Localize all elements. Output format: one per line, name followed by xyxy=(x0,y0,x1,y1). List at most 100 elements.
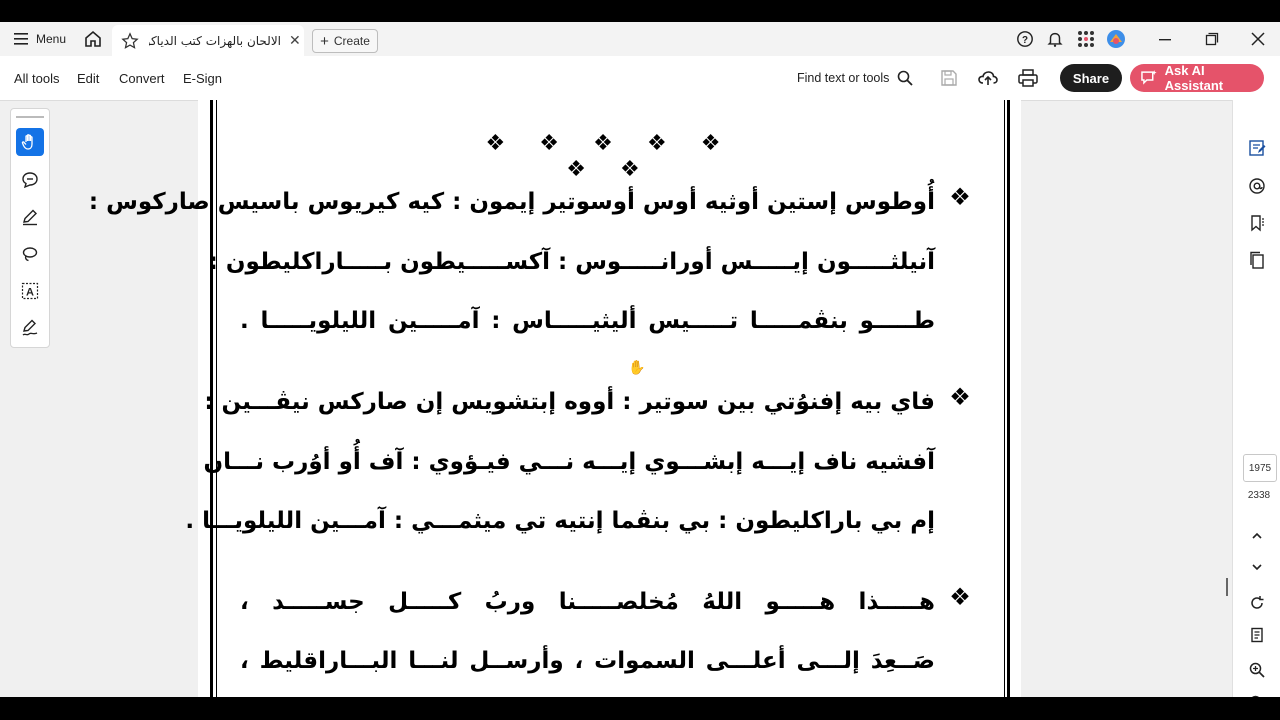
star-icon[interactable] xyxy=(121,31,139,50)
print-button[interactable] xyxy=(1018,56,1038,100)
bookmarks-panel-button[interactable] xyxy=(1245,211,1269,235)
page-scroll-icon xyxy=(1251,627,1263,643)
edit-pdf-panel-button[interactable] xyxy=(1245,136,1269,160)
chevron-down-icon xyxy=(1252,564,1262,571)
at-comment-icon xyxy=(1249,178,1265,194)
upload-cloud-button[interactable] xyxy=(978,56,998,100)
highlight-tool-button[interactable] xyxy=(16,203,44,231)
svg-text:?: ? xyxy=(1022,35,1028,46)
text-line: أُوطوس إستين أوثيه أوس أوسوتير إيمون : ك… xyxy=(88,189,935,215)
hand-icon xyxy=(21,134,33,150)
minimize-icon xyxy=(1159,39,1171,41)
right-side-panel: 1975 2338 xyxy=(1232,100,1280,697)
save-button[interactable] xyxy=(940,56,958,100)
create-label: Create xyxy=(333,34,370,48)
ai-assistant-label: Ask AI Assistant xyxy=(1164,63,1224,93)
save-icon xyxy=(941,70,957,86)
zoom-in-button[interactable] xyxy=(1245,658,1269,682)
text-line: إم بي باراكليطون : بي بنڤما إنتيه تي ميث… xyxy=(185,508,935,534)
close-icon xyxy=(1251,32,1265,46)
close-window-button[interactable] xyxy=(1251,22,1265,56)
comment-tool-button[interactable] xyxy=(16,166,44,194)
menu-button[interactable]: Menu xyxy=(14,22,66,56)
find-tools-button[interactable]: Find text or tools xyxy=(797,56,914,100)
ai-assistant-icon xyxy=(1141,70,1157,85)
text-line: هـــــذا هـــــو اللهُ مُخلصـــــنا وربُ… xyxy=(240,589,935,615)
text-line: آفشيه ناف إيـــه إبشـــوي إيـــه نـــي ف… xyxy=(203,449,935,475)
plus-icon: + xyxy=(320,32,329,50)
menu-all-tools[interactable]: All tools xyxy=(14,56,60,100)
hand-cursor-icon: ✋ xyxy=(628,359,646,375)
bookmark-icon xyxy=(1251,215,1264,232)
draw-tool-button[interactable] xyxy=(16,240,44,268)
chevron-up-icon xyxy=(1252,532,1262,539)
paragraph-bullet: ❖ xyxy=(949,584,971,611)
home-icon xyxy=(85,30,101,47)
menu-edit[interactable]: Edit xyxy=(77,56,99,100)
apps-button[interactable] xyxy=(1077,22,1095,56)
text-tool-button[interactable]: A xyxy=(16,277,44,305)
rotate-button[interactable] xyxy=(1245,591,1269,615)
help-button[interactable]: ? xyxy=(1016,22,1034,56)
bell-icon xyxy=(1047,32,1063,47)
printer-icon xyxy=(1018,69,1038,87)
text-line: آنيلثـــــون إيـــــس أورانـــــوس : آكس… xyxy=(208,249,935,275)
pen-icon xyxy=(23,209,37,226)
ai-assistant-button[interactable]: Ask AI Assistant xyxy=(1130,63,1264,93)
create-button[interactable]: + Create xyxy=(312,29,378,53)
restore-button[interactable] xyxy=(1205,22,1219,56)
avatar-icon xyxy=(1107,30,1125,48)
find-label: Find text or tools xyxy=(797,71,890,85)
pages-panel-button[interactable] xyxy=(1245,248,1269,272)
page-border-right-thick xyxy=(1007,100,1010,697)
restore-icon xyxy=(1205,32,1219,46)
ornament-row: ❖ ❖ ❖ ❖ ❖ ❖ ❖ xyxy=(485,130,735,181)
minimize-button[interactable] xyxy=(1158,22,1172,56)
document-tab[interactable]: الالحان بالهزات كتب الدياكون.. ✕ xyxy=(112,25,304,56)
refresh-icon xyxy=(1251,596,1264,609)
copy-pages-icon xyxy=(1250,251,1264,269)
acrobat-window: Menu الالحان بالهزات كتب الدياكون.. ✕ + … xyxy=(0,22,1280,697)
search-icon xyxy=(898,70,914,86)
next-page-button[interactable] xyxy=(1245,555,1269,579)
page-border-right-thin xyxy=(1004,100,1005,697)
vertical-scrollbar[interactable] xyxy=(1226,578,1228,596)
cloud-upload-icon xyxy=(978,71,998,85)
signature-icon xyxy=(22,319,38,336)
share-button[interactable]: Share xyxy=(1060,64,1122,92)
palette-grip[interactable] xyxy=(16,116,44,118)
profile-button[interactable] xyxy=(1106,22,1126,56)
current-page-field[interactable]: 1975 xyxy=(1243,454,1277,482)
quick-tools-palette: A xyxy=(10,108,50,348)
tab-title: الالحان بالهزات كتب الدياكون.. xyxy=(149,33,281,48)
apps-grid-icon xyxy=(1078,31,1094,47)
menu-convert[interactable]: Convert xyxy=(119,56,165,100)
page-layout-button[interactable] xyxy=(1245,623,1269,647)
title-bar: Menu الالحان بالهزات كتب الدياكون.. ✕ + … xyxy=(0,22,1280,57)
home-button[interactable] xyxy=(83,22,103,56)
zoom-in-icon xyxy=(1249,662,1265,678)
svg-text:A: A xyxy=(26,287,34,299)
hand-tool-button[interactable] xyxy=(16,128,44,156)
notifications-button[interactable] xyxy=(1046,22,1064,56)
main-toolbar: All tools Edit Convert E-Sign Find text … xyxy=(0,56,1280,101)
help-icon: ? xyxy=(1017,31,1033,47)
zoom-out-button[interactable] xyxy=(1245,691,1269,697)
close-tab-icon[interactable]: ✕ xyxy=(289,32,301,49)
lasso-icon xyxy=(22,247,38,262)
comment-icon xyxy=(22,172,38,189)
total-pages: 2338 xyxy=(1247,490,1271,501)
menu-label: Menu xyxy=(36,32,67,46)
paragraph-bullet: ❖ xyxy=(949,184,971,211)
text-box-icon: A xyxy=(21,282,39,300)
paragraph-bullet: ❖ xyxy=(949,384,971,411)
text-line: طـــــو بنڤمـــــا تـــــيس أليثيـــــاس… xyxy=(240,308,935,334)
previous-page-button[interactable] xyxy=(1245,524,1269,548)
hamburger-icon xyxy=(14,33,28,45)
zoom-out-icon xyxy=(1251,695,1260,697)
text-line: فاي بيه إفنوُتي بين سوتير : أووه إبتشويس… xyxy=(204,389,935,415)
menu-esign[interactable]: E-Sign xyxy=(183,56,222,100)
text-line: صَــعِدَ إلـــى أعلـــى السموات ، وأرســ… xyxy=(240,648,935,674)
comments-panel-button[interactable] xyxy=(1245,174,1269,198)
sign-tool-button[interactable] xyxy=(16,314,44,342)
